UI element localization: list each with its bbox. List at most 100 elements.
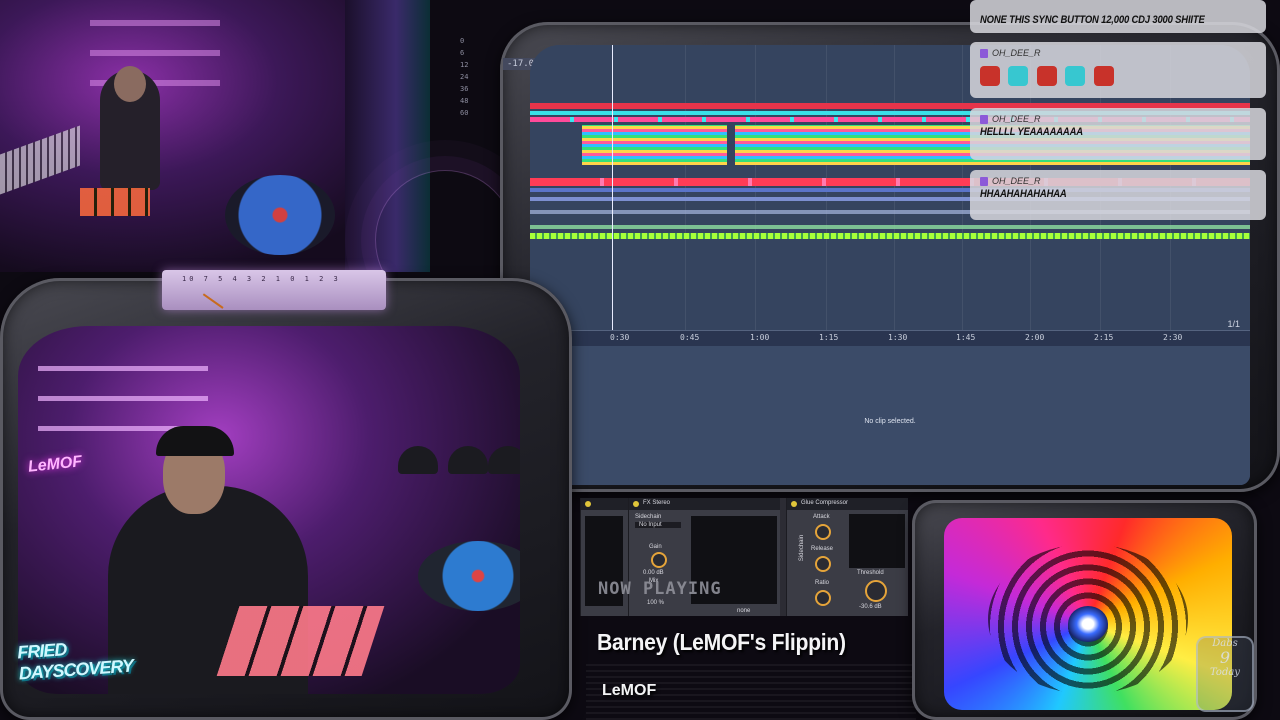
shelf — [38, 366, 208, 371]
power-icon[interactable] — [633, 501, 639, 507]
time-ruler[interactable]: 0:30 0:45 1:00 1:15 1:30 1:45 2:00 2:15 … — [530, 330, 1250, 346]
streamer-cap — [156, 426, 234, 456]
song-artist: LeMOF — [602, 682, 657, 699]
sidechain-vertical-label: Sidechain — [799, 534, 806, 562]
chat-username: OH_DEE_R — [992, 48, 1041, 58]
track-clip[interactable] — [530, 225, 1250, 229]
device-title-bar — [581, 498, 628, 510]
output-value: none — [737, 608, 751, 614]
vu-meter: 10 7 5 4 3 2 1 0 1 2 3 — [162, 270, 386, 310]
meter-tick: 0 — [460, 37, 465, 45]
meter-tick: 48 — [460, 97, 469, 105]
shelf — [90, 50, 220, 56]
chat-message: OH_DEE_R HELLLL YEAAAAAAAA — [970, 108, 1266, 160]
cap-display — [488, 446, 520, 474]
visualizer-core — [1068, 606, 1108, 642]
vu-scale: 10 7 5 4 3 2 1 0 1 2 3 — [182, 275, 341, 283]
ruler-label: 0:45 — [680, 333, 700, 342]
device-title: Glue Compressor — [801, 500, 849, 506]
release-knob[interactable] — [815, 556, 831, 572]
music-visualizer — [944, 518, 1232, 710]
meter-tick: 6 — [460, 49, 465, 57]
threshold-knob[interactable] — [865, 580, 887, 602]
dj-head — [114, 66, 146, 102]
meter-tick: 60 — [460, 109, 469, 117]
chat-message: OH_DEE_R — [970, 42, 1266, 98]
threshold-label: Threshold — [857, 570, 884, 576]
chat-text: NONE THIS SYNC BUTTON 12,000 CDJ 3000 SH… — [980, 14, 1205, 26]
ruler-label: 1:15 — [819, 333, 839, 342]
device-title: FX Stereo — [643, 500, 671, 506]
dabs-today-badge: Dabs 9 Today — [1196, 636, 1254, 712]
fried-dayscovery-logo: FRIED DAYSCOVERY — [17, 638, 148, 688]
clip-detail-view[interactable]: No clip selected. — [530, 346, 1250, 485]
shelf — [90, 20, 220, 26]
badge-count: 9 — [1219, 648, 1231, 667]
chat-message: OH_DEE_R HHAAHAHAHAHAA — [970, 170, 1266, 220]
vu-needle — [202, 293, 224, 309]
overhead-webcam — [0, 0, 430, 272]
attack-label: Attack — [813, 514, 830, 520]
device-title-bar: Glue Compressor — [787, 498, 908, 510]
turntable — [225, 175, 335, 255]
emote-icon — [1036, 66, 1057, 86]
page-indicator: 1/1 — [1227, 319, 1240, 329]
emote-icon — [980, 66, 1000, 86]
power-icon[interactable] — [791, 501, 797, 507]
cap-display — [398, 446, 438, 474]
track-clip[interactable] — [530, 233, 1250, 239]
emote-icon — [1065, 66, 1086, 86]
input-select[interactable]: No Input — [635, 522, 681, 528]
meter-tick: 24 — [460, 73, 469, 81]
chat-user: OH_DEE_R — [980, 48, 1256, 58]
ruler-label: 1:45 — [956, 333, 976, 342]
emote-icon — [1093, 66, 1114, 86]
sidechain-label: Sidechain — [635, 514, 662, 520]
chat-username: OH_DEE_R — [992, 114, 1041, 124]
song-title: Barney (LeMOF's Flippin) — [597, 629, 846, 655]
gain-label: Gain — [649, 544, 662, 550]
meter-tick: 36 — [460, 85, 469, 93]
threshold-value: -30.6 dB — [859, 604, 882, 610]
device-title-bar: FX Stereo — [629, 498, 780, 510]
chat-user: OH_DEE_R — [980, 176, 1256, 186]
ratio-knob[interactable] — [815, 590, 831, 606]
playhead[interactable] — [612, 45, 613, 345]
emote-row — [980, 66, 1256, 91]
neon-sign: LeMOF — [27, 453, 83, 476]
meter-tick: 12 — [460, 61, 469, 69]
shelf — [38, 396, 208, 401]
twitch-icon — [980, 48, 988, 58]
ruler-label: 0:30 — [610, 333, 630, 342]
badge-text: Today — [1210, 667, 1240, 678]
gain-knob[interactable] — [651, 552, 667, 568]
ruler-label: 2:00 — [1025, 333, 1045, 342]
ratio-label: Ratio — [815, 580, 830, 586]
ruler-label: 1:00 — [750, 333, 770, 342]
release-label: Release — [811, 546, 834, 552]
pad-controller — [80, 188, 150, 216]
power-icon[interactable] — [585, 501, 591, 507]
cap-display — [448, 446, 488, 474]
track-clip[interactable] — [582, 125, 727, 165]
mix-value: 100 % — [647, 600, 665, 606]
no-clip-message: No clip selected. — [864, 418, 916, 425]
gain-value: 0.00 dB — [643, 570, 664, 576]
chat-message: NONE THIS SYNC BUTTON 12,000 CDJ 3000 SH… — [970, 0, 1266, 33]
logo-text: FRIED DAYSCOVERY — [16, 639, 134, 684]
meter-scale: 0 6 12 24 36 48 60 — [460, 35, 468, 119]
chat-text: HELLLL YEAAAAAAAA — [980, 126, 1083, 138]
chat-user: OH_DEE_R — [980, 114, 1256, 124]
turntable — [418, 541, 520, 611]
ruler-label: 2:30 — [1163, 333, 1183, 342]
emote-icon — [1008, 66, 1029, 86]
attack-knob[interactable] — [815, 524, 831, 540]
keyboard — [0, 125, 80, 195]
chat-username: OH_DEE_R — [992, 176, 1041, 186]
ruler-label: 2:15 — [1094, 333, 1114, 342]
level-meter: 0 6 12 24 36 48 60 — [460, 35, 504, 125]
compressor-graph — [849, 514, 905, 568]
pad-controller — [216, 606, 385, 676]
twitch-icon — [980, 114, 988, 124]
chat-text: HHAAHAHAHAHAA — [980, 188, 1067, 200]
